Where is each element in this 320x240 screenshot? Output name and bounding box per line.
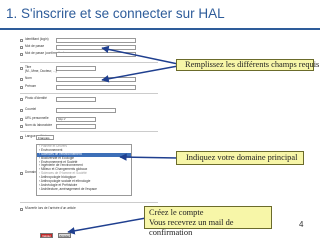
arrow-to-submit [67, 217, 147, 235]
callout-account-line2: Vous recevrez un mail de confirmation [149, 218, 234, 237]
callout-account-line1: Créez le compte [149, 208, 204, 217]
lastname-input[interactable] [56, 77, 136, 82]
row-checkbox[interactable] [20, 207, 23, 211]
row-checkbox[interactable] [20, 124, 23, 128]
email-label: Courriel [25, 107, 37, 111]
alert-label: M'avertir lors de l'arrivée d'un article [25, 206, 76, 210]
divider [20, 93, 158, 94]
password-label: Mot de passe [25, 44, 45, 48]
page-number: 4 [299, 220, 304, 229]
row-checkbox[interactable] [20, 66, 23, 70]
domain-listbox[interactable]: › Planète et Univers › Environnement › S… [36, 144, 132, 196]
submit-button[interactable]: Valider [40, 233, 53, 238]
cancel-button[interactable]: Annuler [58, 233, 71, 238]
email-field[interactable] [56, 108, 116, 113]
divider [20, 202, 158, 203]
password-input[interactable] [56, 45, 136, 50]
row-checkbox[interactable] [20, 85, 23, 89]
title-underline [0, 28, 320, 30]
civility-input[interactable] [56, 66, 96, 71]
row-checkbox[interactable] [20, 52, 23, 56]
callout-fields: Remplissez les différents champs requis [176, 59, 319, 71]
row-checkbox[interactable] [20, 45, 23, 49]
civility-hint: (M., Mme, Docteur, ...) [25, 69, 57, 73]
row-checkbox[interactable] [20, 77, 23, 81]
callout-domain: Indiquez votre domaine principal [176, 151, 304, 165]
slide-title: 1. S'inscrire et se connecter sur HAL [6, 6, 225, 21]
firstname-label: Prénom [25, 84, 37, 88]
url-input[interactable]: http:// [56, 117, 96, 122]
row-checkbox[interactable] [20, 171, 23, 175]
domain-option[interactable]: › Architecture, aménagement de l'espace [37, 187, 131, 192]
row-checkbox[interactable] [20, 97, 23, 101]
divider [20, 62, 158, 63]
lastname-label: Nom [25, 76, 32, 80]
divider [20, 131, 158, 132]
row-checkbox[interactable] [20, 135, 23, 139]
laboratory-label: Nom du laboratoire [25, 123, 53, 127]
callout-account: Créez le compte Vous recevrez un mail de… [144, 206, 272, 237]
row-checkbox[interactable] [20, 117, 23, 121]
photo-input[interactable] [56, 97, 96, 102]
firstname-input[interactable] [56, 85, 136, 90]
url-label: URL personnelle [25, 116, 49, 120]
photo-label: Photo d'identité [25, 96, 47, 100]
row-checkbox[interactable] [20, 38, 23, 42]
login-label: Identifiant (login) [25, 37, 49, 41]
laboratory-input[interactable] [56, 124, 96, 129]
login-input[interactable] [56, 38, 136, 43]
row-checkbox[interactable] [20, 108, 23, 112]
language-select[interactable]: Français [36, 135, 54, 140]
password-confirm-input[interactable] [56, 52, 136, 57]
